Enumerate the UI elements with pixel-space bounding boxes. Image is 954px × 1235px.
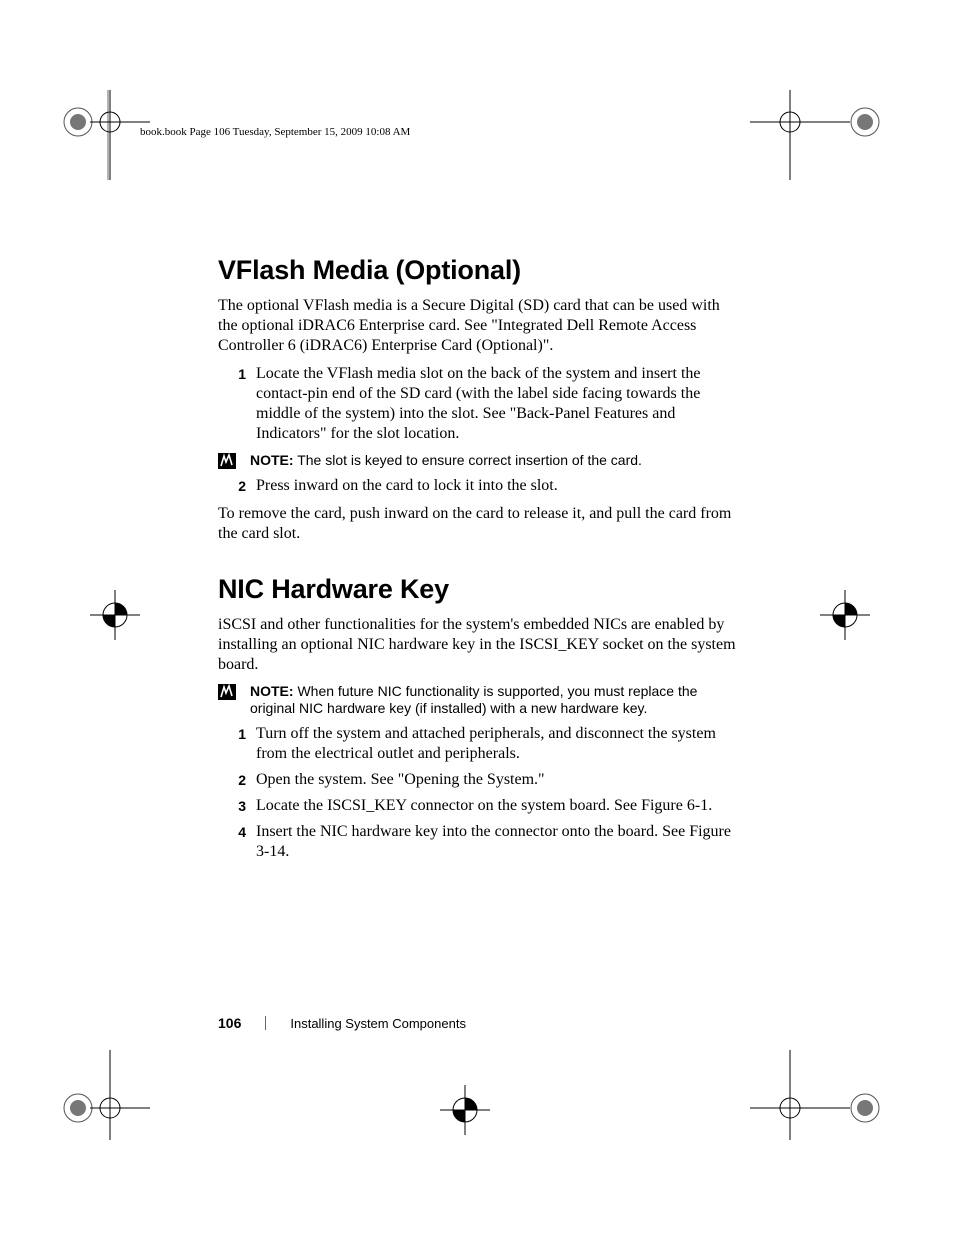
paragraph: iSCSI and other functionalities for the … bbox=[218, 615, 738, 675]
list-item: 4 Insert the NIC hardware key into the c… bbox=[218, 822, 738, 862]
list-item: 2 Press inward on the card to lock it in… bbox=[218, 476, 738, 496]
page-number: 106 bbox=[218, 1015, 241, 1031]
step-list: 2 Press inward on the card to lock it in… bbox=[218, 476, 738, 496]
note-label: NOTE: bbox=[250, 452, 294, 468]
heading-vflash: VFlash Media (Optional) bbox=[218, 255, 738, 286]
registration-mark-icon bbox=[60, 90, 120, 150]
paragraph: The optional VFlash media is a Secure Di… bbox=[218, 296, 738, 356]
note-body: When future NIC functionality is support… bbox=[250, 683, 697, 717]
registration-mark-icon bbox=[60, 1050, 120, 1110]
list-item: 1 Turn off the system and attached perip… bbox=[218, 724, 738, 764]
note: NOTE: When future NIC functionality is s… bbox=[218, 683, 738, 718]
page-footer: 106 Installing System Components bbox=[218, 1015, 466, 1031]
note-text: NOTE: The slot is keyed to ensure correc… bbox=[250, 452, 738, 470]
step-number: 3 bbox=[218, 796, 256, 814]
step-text: Turn off the system and attached periphe… bbox=[256, 724, 738, 764]
registration-mark-icon bbox=[750, 90, 810, 150]
step-number: 4 bbox=[218, 822, 256, 840]
step-text: Open the system. See "Opening the System… bbox=[256, 770, 738, 790]
step-text: Press inward on the card to lock it into… bbox=[256, 476, 738, 496]
registration-mark-icon bbox=[810, 580, 870, 640]
heading-nic: NIC Hardware Key bbox=[218, 574, 738, 605]
footer-section-name: Installing System Components bbox=[290, 1016, 466, 1031]
footer-divider bbox=[265, 1016, 266, 1030]
step-text: Insert the NIC hardware key into the con… bbox=[256, 822, 738, 862]
note-text: NOTE: When future NIC functionality is s… bbox=[250, 683, 738, 718]
paragraph: To remove the card, push inward on the c… bbox=[218, 504, 738, 544]
note-icon bbox=[218, 684, 236, 700]
step-number: 1 bbox=[218, 364, 256, 382]
note-label: NOTE: bbox=[250, 683, 294, 699]
step-list: 1 Locate the VFlash media slot on the ba… bbox=[218, 364, 738, 444]
step-number: 2 bbox=[218, 476, 256, 494]
step-number: 1 bbox=[218, 724, 256, 742]
note-body: The slot is keyed to ensure correct inse… bbox=[297, 452, 642, 468]
registration-mark-icon bbox=[750, 1050, 810, 1110]
note-icon bbox=[218, 453, 236, 469]
running-head: book.book Page 106 Tuesday, September 15… bbox=[140, 126, 410, 138]
main-content: VFlash Media (Optional) The optional VFl… bbox=[218, 255, 738, 870]
step-list: 1 Turn off the system and attached perip… bbox=[218, 724, 738, 862]
step-text: Locate the ISCSI_KEY connector on the sy… bbox=[256, 796, 738, 816]
step-number: 2 bbox=[218, 770, 256, 788]
registration-mark-icon bbox=[80, 580, 140, 640]
page: book.book Page 106 Tuesday, September 15… bbox=[0, 0, 954, 1235]
registration-mark-icon bbox=[430, 1075, 490, 1135]
list-item: 3 Locate the ISCSI_KEY connector on the … bbox=[218, 796, 738, 816]
note: NOTE: The slot is keyed to ensure correc… bbox=[218, 452, 738, 470]
list-item: 1 Locate the VFlash media slot on the ba… bbox=[218, 364, 738, 444]
list-item: 2 Open the system. See "Opening the Syst… bbox=[218, 770, 738, 790]
step-text: Locate the VFlash media slot on the back… bbox=[256, 364, 738, 444]
